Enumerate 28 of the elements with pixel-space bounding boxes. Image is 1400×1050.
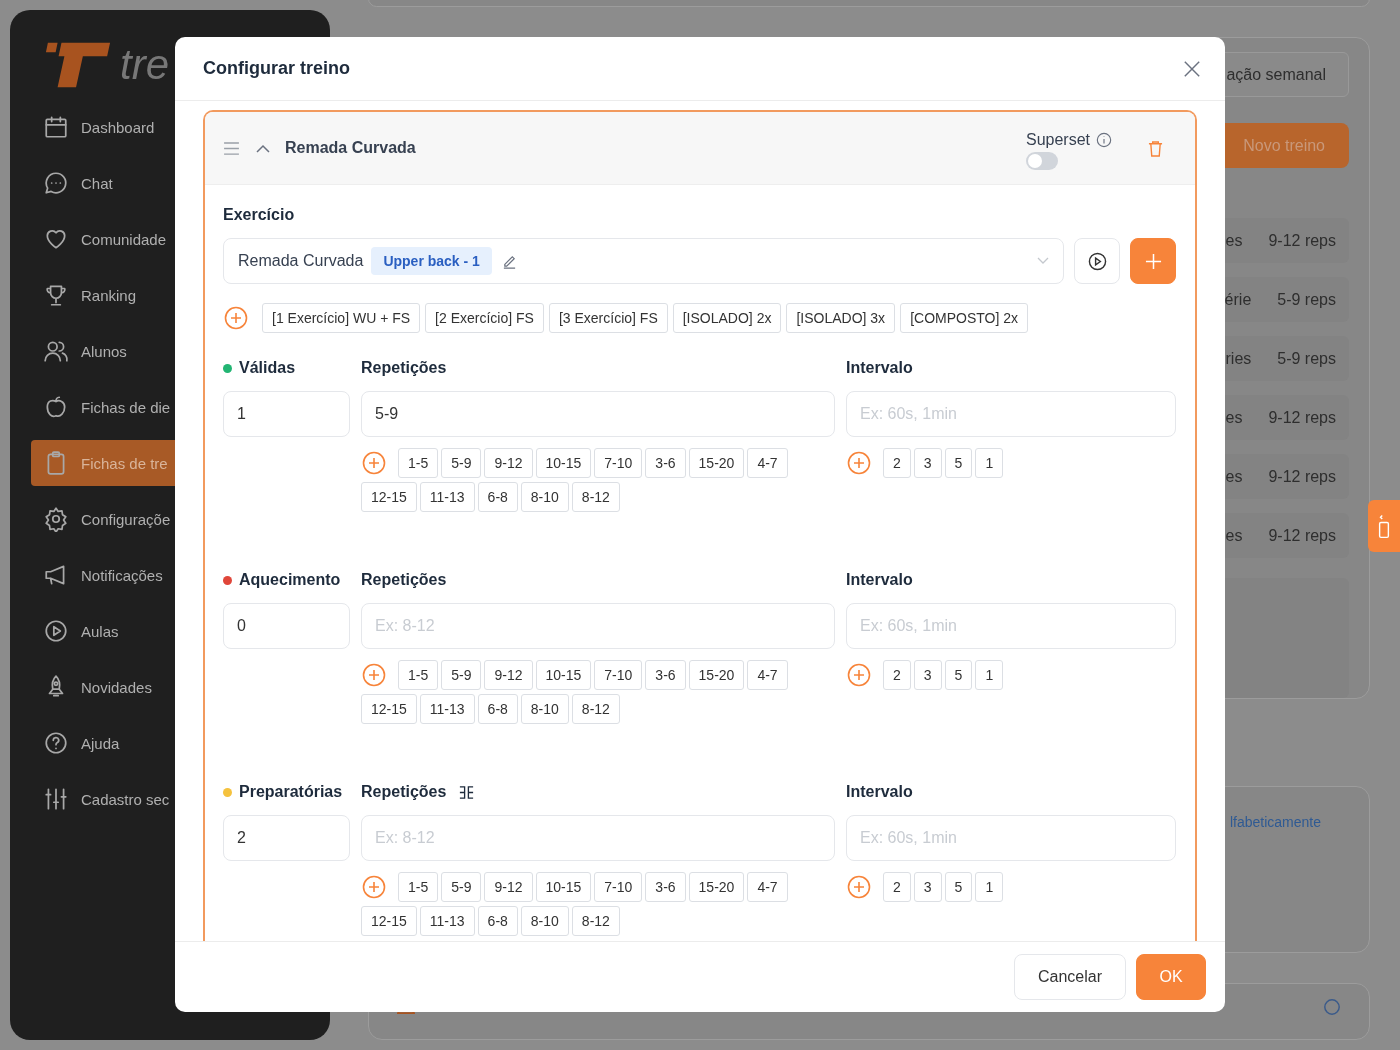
reps-text: 9-12 reps	[1268, 467, 1336, 486]
reps-text: 9-12 reps	[1268, 526, 1336, 545]
row-text: es	[1225, 467, 1243, 486]
superset-label: Superset	[1025, 130, 1090, 149]
reps-text: 9-12 reps	[1268, 231, 1336, 250]
reps-label: Repetições	[361, 359, 447, 377]
reps-text: 5-9 reps	[1277, 349, 1336, 368]
field-label: Exercício	[223, 205, 296, 225]
interval-label: Intervalo	[846, 571, 913, 589]
row-text: ries	[1225, 349, 1252, 368]
reps-text: 9-12 reps	[1268, 408, 1336, 427]
row-text: érie	[1224, 290, 1252, 309]
row-text: es	[1225, 408, 1243, 427]
interval-label: Intervalo	[846, 783, 913, 801]
reps-label: Repetições	[361, 783, 447, 801]
series-label: Válidas	[239, 359, 296, 377]
muscle-tag: Upper back - 1	[371, 247, 492, 275]
exercise-name: Remada Curvada	[285, 139, 416, 157]
logo-text: tre	[120, 40, 169, 90]
select-value: Remada Curvada	[238, 252, 364, 270]
row-text: es	[1225, 526, 1243, 545]
modal-title: Configurar treino	[203, 58, 350, 79]
interval-label: Intervalo	[846, 359, 913, 377]
series-label: Aquecimento	[239, 571, 341, 589]
reps-text: 5-9 reps	[1277, 290, 1336, 309]
reps-label: Repetições	[361, 571, 447, 589]
series-label: Preparatórias	[239, 783, 343, 801]
row-text: es	[1225, 231, 1243, 250]
